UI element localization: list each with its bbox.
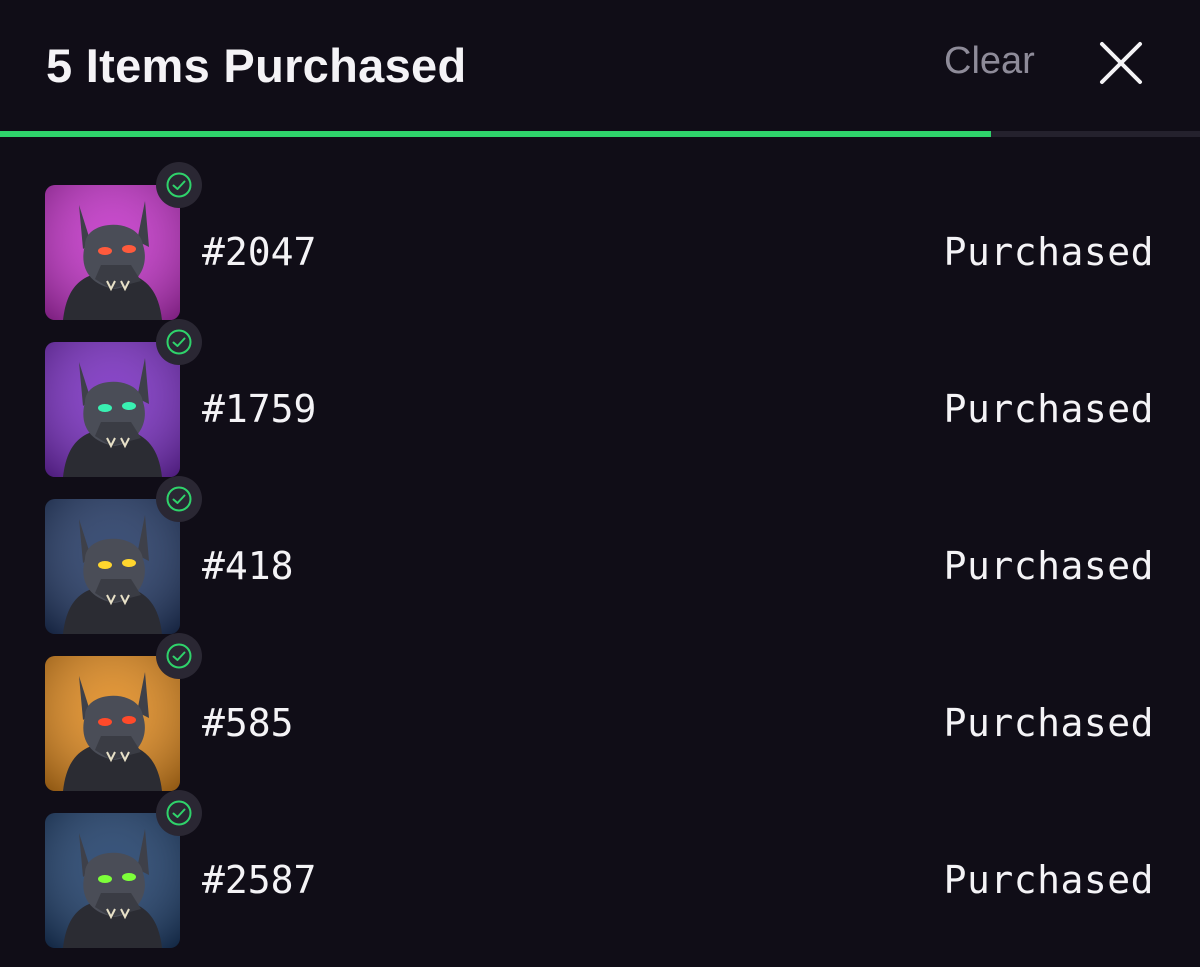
status-label: Purchased — [943, 701, 1154, 745]
status-label: Purchased — [943, 858, 1154, 902]
progress-bar — [0, 131, 1200, 137]
check-circle-icon — [166, 643, 192, 669]
page-title: 5 Items Purchased — [46, 39, 467, 92]
check-badge — [156, 633, 202, 679]
list-item[interactable]: #2587 Purchased — [0, 768, 1200, 948]
close-button[interactable] — [1098, 40, 1144, 86]
check-badge — [156, 476, 202, 522]
check-circle-icon — [166, 329, 192, 355]
modal-header: 5 Items Purchased Clear — [0, 0, 1200, 132]
check-circle-icon — [166, 486, 192, 512]
check-circle-icon — [166, 800, 192, 826]
status-label: Purchased — [943, 230, 1154, 274]
status-label: Purchased — [943, 387, 1154, 431]
item-id: #1759 — [202, 387, 317, 431]
check-badge — [156, 162, 202, 208]
item-id: #2047 — [202, 230, 317, 274]
nft-thumbnail[interactable] — [45, 813, 180, 948]
list-item[interactable]: #2047 Purchased — [0, 140, 1200, 320]
check-badge — [156, 790, 202, 836]
list-item[interactable]: #1759 Purchased — [0, 297, 1200, 477]
close-icon — [1100, 42, 1142, 84]
check-circle-icon — [166, 172, 192, 198]
progress-bar-fill — [0, 131, 992, 137]
item-id: #2587 — [202, 858, 317, 902]
list-item[interactable]: #418 Purchased — [0, 454, 1200, 634]
check-badge — [156, 319, 202, 365]
list-item[interactable]: #585 Purchased — [0, 611, 1200, 791]
item-id: #585 — [202, 701, 294, 745]
item-id: #418 — [202, 544, 294, 588]
status-label: Purchased — [943, 544, 1154, 588]
clear-button[interactable]: Clear — [944, 40, 1035, 83]
